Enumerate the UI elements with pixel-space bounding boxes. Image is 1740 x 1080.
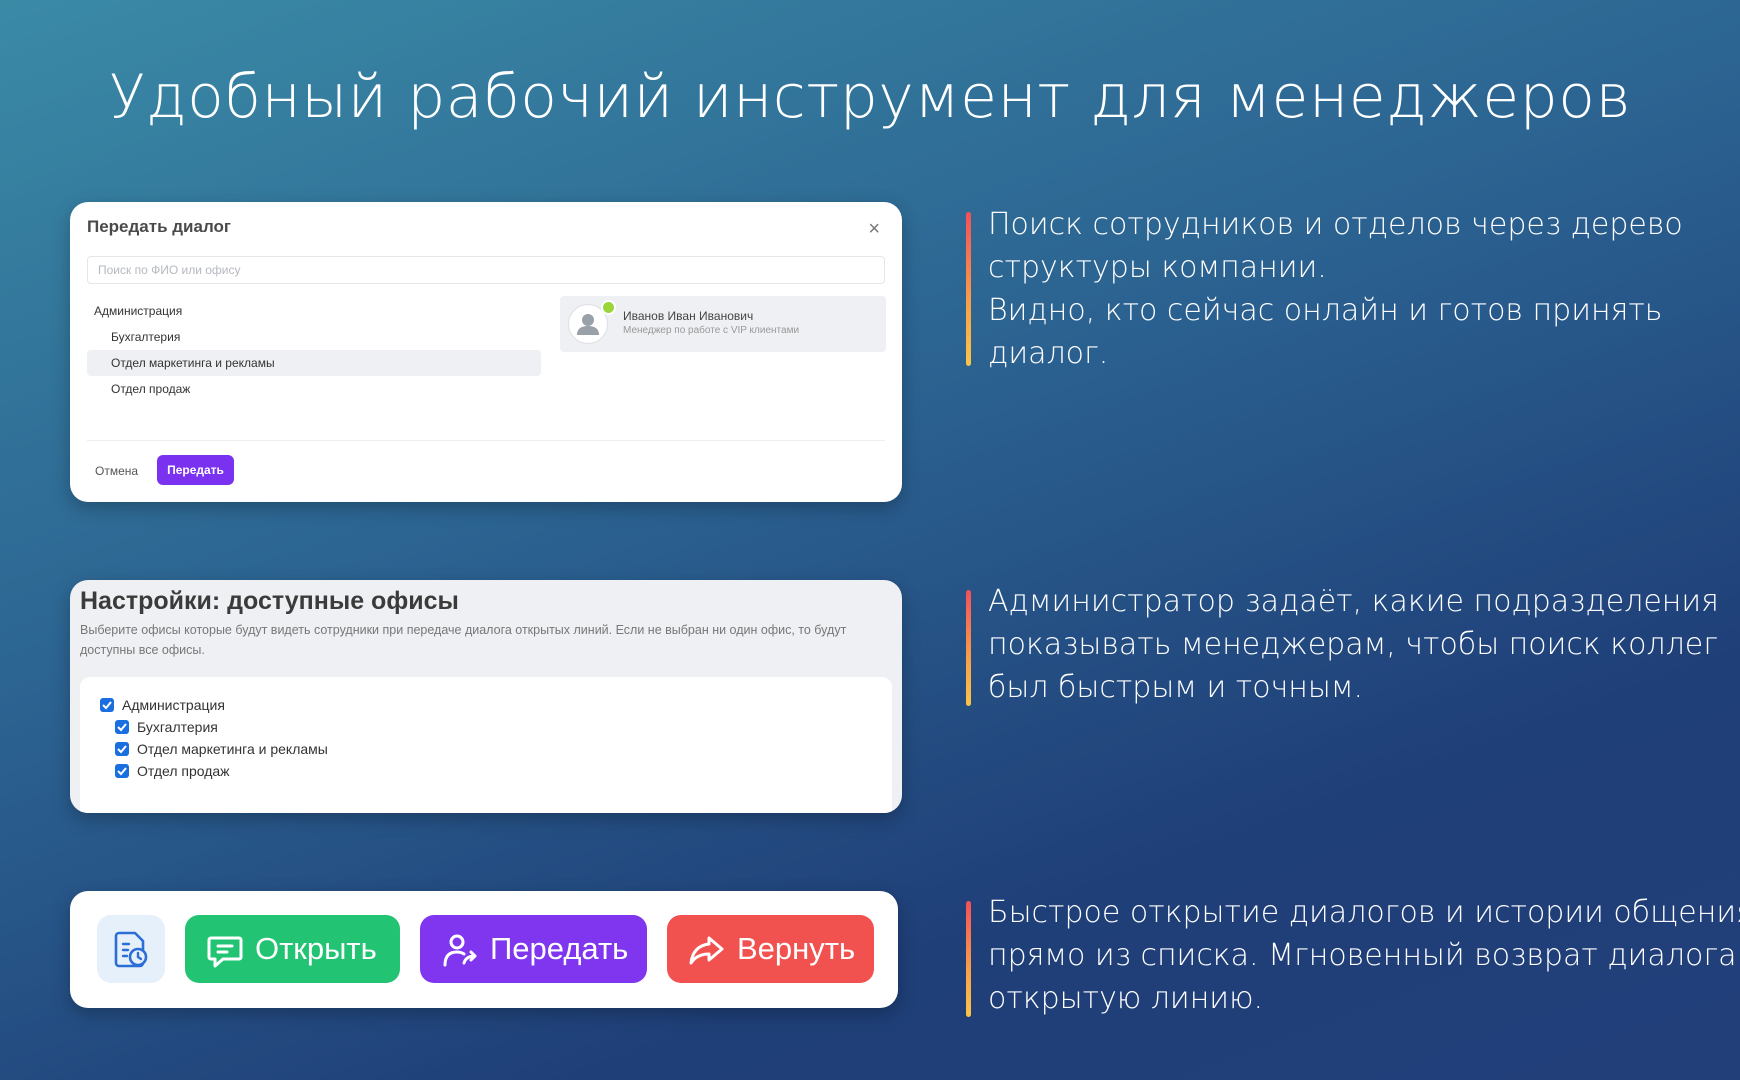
office-label: Администрация <box>122 697 225 713</box>
checkbox-checked-icon <box>115 720 129 735</box>
description-line: Быстрое открытие диалогов и истории обще… <box>988 895 1740 930</box>
office-checkbox-administration[interactable]: Администрация <box>100 694 225 716</box>
online-status-icon <box>601 300 616 315</box>
close-icon[interactable]: × <box>868 218 880 241</box>
cancel-button[interactable]: Отмена <box>95 464 138 478</box>
dialog-title: Передать диалог <box>87 217 231 236</box>
office-checkbox-marketing[interactable]: Отдел маркетинга и рекламы <box>115 738 328 760</box>
document-clock-icon <box>114 931 148 968</box>
office-label: Бухгалтерия <box>137 719 218 735</box>
checkbox-checked-icon <box>115 742 129 757</box>
accent-bar <box>966 901 971 1017</box>
slide: Удобный рабочий инструмент для менеджеро… <box>0 0 1740 1080</box>
department-tree: Администрация Бухгалтерия Отдел маркетин… <box>87 298 541 402</box>
divider <box>87 440 885 441</box>
settings-title: Настройки: доступные офисы <box>80 587 459 615</box>
description-line: был быстрым и точным. <box>988 670 1364 705</box>
search-input[interactable] <box>87 256 885 284</box>
tree-item-sales[interactable]: Отдел продаж <box>87 376 541 402</box>
open-button[interactable]: Открыть <box>185 915 400 983</box>
employee-card[interactable]: Иванов Иван Иванович Менеджер по работе … <box>560 296 886 352</box>
transfer-dialog: Передать диалог × Администрация Бухгалте… <box>70 202 902 502</box>
description-line: структуры компании. <box>988 250 1327 285</box>
office-label: Отдел продаж <box>137 763 230 779</box>
open-button-label: Открыть <box>255 931 377 966</box>
transfer-button[interactable]: Передать <box>157 455 234 485</box>
description-transfer: Поиск сотрудников и отделов через дерево… <box>988 203 1708 375</box>
return-button[interactable]: Вернуть <box>667 915 874 983</box>
employee-role: Менеджер по работе с VIP клиентами <box>623 325 800 336</box>
description-line: Видно, кто сейчас онлайн и готов принять <box>988 293 1663 328</box>
user-transfer-icon <box>443 934 477 967</box>
description-line: диалог. <box>988 336 1109 371</box>
description-line: показывать менеджерам, чтобы поиск колле… <box>988 627 1718 662</box>
action-buttons-card: Открыть Передать Вернуть <box>70 891 898 1008</box>
slide-headline: Удобный рабочий инструмент для менеджеро… <box>108 62 1632 132</box>
return-button-label: Вернуть <box>737 931 856 966</box>
description-line: прямо из списка. Мгновенный возврат диал… <box>988 938 1740 973</box>
employee-name: Иванов Иван Иванович <box>623 309 754 323</box>
accent-bar <box>966 212 971 366</box>
transfer-action-label: Передать <box>490 931 629 966</box>
chat-icon <box>207 936 243 968</box>
settings-description: Выберите офисы которые будут видеть сотр… <box>80 623 847 657</box>
checkbox-checked-icon <box>100 698 114 713</box>
description-settings: Администратор задаёт, какие подразделени… <box>988 580 1719 709</box>
tree-item-administration[interactable]: Администрация <box>87 298 541 324</box>
offices-panel: Администрация Бухгалтерия Отдел маркетин… <box>80 677 892 813</box>
settings-card: Настройки: доступные офисы Выберите офис… <box>70 580 902 813</box>
tree-item-accounting[interactable]: Бухгалтерия <box>87 324 541 350</box>
description-actions: Быстрое открытие диалогов и истории обще… <box>988 891 1740 1020</box>
description-line: Поиск сотрудников и отделов через дерево <box>988 207 1683 242</box>
transfer-action-button[interactable]: Передать <box>420 915 647 983</box>
office-checkbox-sales[interactable]: Отдел продаж <box>115 760 230 782</box>
description-line: открытую линию. <box>988 981 1263 1016</box>
history-button[interactable] <box>97 915 165 983</box>
description-line: Администратор задаёт, какие подразделени… <box>988 584 1719 619</box>
checkbox-checked-icon <box>115 764 129 779</box>
office-label: Отдел маркетинга и рекламы <box>137 741 328 757</box>
accent-bar <box>966 590 971 706</box>
share-arrow-icon <box>689 936 724 965</box>
tree-item-marketing[interactable]: Отдел маркетинга и рекламы <box>87 350 541 376</box>
office-checkbox-accounting[interactable]: Бухгалтерия <box>115 716 218 738</box>
